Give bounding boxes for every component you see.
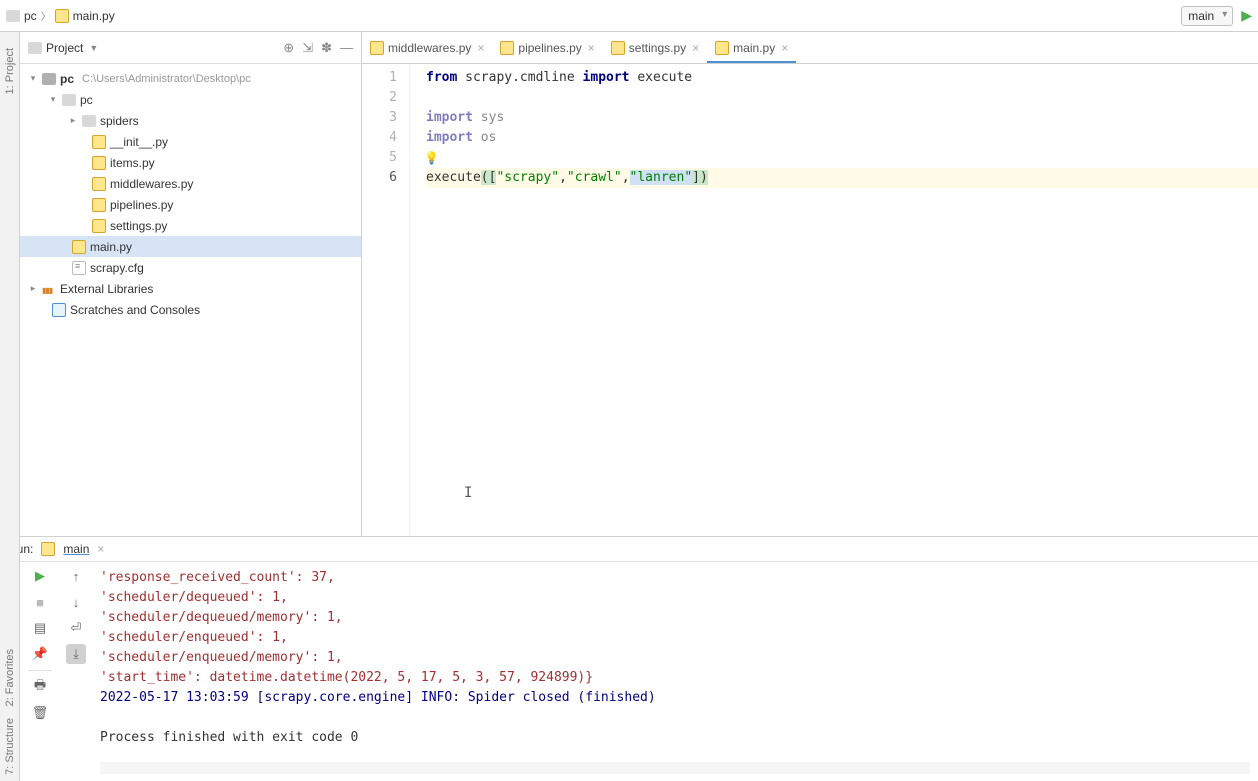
hide-panel-icon[interactable]: — [340, 40, 353, 56]
left-tool-strip: 1: Project [0, 32, 20, 536]
tree-root[interactable]: ▾ pc C:\Users\Administrator\Desktop\pc [20, 68, 361, 89]
python-file-icon [715, 41, 729, 55]
python-file-icon [92, 198, 106, 212]
run-toolbar: ▶ ■ ▤ 📌 🖶 🗑 [20, 562, 60, 781]
pin-icon[interactable]: 📌 [30, 644, 50, 664]
folder-icon [62, 94, 76, 106]
run-button[interactable]: ▶ [1241, 7, 1252, 24]
tree-scratches[interactable]: Scratches and Consoles [20, 299, 361, 320]
python-file-icon [41, 542, 55, 556]
python-file-icon [72, 240, 86, 254]
locate-icon[interactable]: ⊕ [283, 40, 294, 56]
text-cursor-icon: 𝙸 [464, 483, 472, 503]
libraries-icon [42, 282, 56, 296]
close-icon[interactable]: × [97, 542, 104, 556]
editor: middlewares.py × pipelines.py × settings… [362, 32, 1258, 536]
structure-tool-tab[interactable]: 7: Structure [4, 712, 16, 781]
python-file-icon [92, 135, 106, 149]
folder-icon [6, 10, 20, 22]
scroll-to-end-icon[interactable]: ⤓ [66, 644, 86, 664]
editor-tab-pipelines[interactable]: pipelines.py × [492, 35, 602, 63]
tree-file-init[interactable]: __init__.py [20, 131, 361, 152]
settings-gear-icon[interactable]: ✽ [321, 40, 332, 56]
python-file-icon [92, 156, 106, 170]
run-tab-main[interactable]: main [63, 542, 89, 556]
breadcrumb-file[interactable]: main.py [73, 9, 115, 23]
expand-all-icon[interactable]: ⇲ [302, 40, 313, 56]
breadcrumb[interactable]: pc 〉 main.py [6, 8, 115, 23]
horizontal-scrollbar[interactable] [100, 762, 1250, 774]
project-tool-tab[interactable]: 1: Project [4, 40, 16, 102]
editor-body[interactable]: 1 2 3 4 5 6 from scrapy.cmdline import e… [362, 64, 1258, 536]
left-tool-strip-bottom: 7: Structure 2: Favorites [0, 536, 20, 781]
folder-icon [82, 115, 96, 127]
close-icon[interactable]: × [588, 41, 595, 55]
close-icon[interactable]: × [692, 41, 699, 55]
project-view-selector[interactable]: Project ▼ [28, 41, 98, 55]
navigation-bar: pc 〉 main.py main ▶ [0, 0, 1258, 32]
editor-tab-middlewares[interactable]: middlewares.py × [362, 35, 492, 63]
tree-file-pipelines[interactable]: pipelines.py [20, 194, 361, 215]
gutter: 1 2 3 4 5 6 [362, 64, 410, 536]
close-icon[interactable]: × [477, 41, 484, 55]
tree-package[interactable]: ▾ pc [20, 89, 361, 110]
close-icon[interactable]: × [781, 41, 788, 55]
stop-button[interactable]: ■ [30, 592, 50, 612]
project-view-icon [28, 42, 42, 54]
python-file-icon [92, 177, 106, 191]
down-arrow-icon[interactable]: ↓ [66, 592, 86, 612]
tree-file-items[interactable]: items.py [20, 152, 361, 173]
editor-tabs: middlewares.py × pipelines.py × settings… [362, 32, 1258, 64]
up-arrow-icon[interactable]: ↑ [66, 566, 86, 586]
run-tool-window: Run: main × ▶ ■ ▤ 📌 🖶 🗑 ↑ ↓ ⏎ ⤓ [0, 536, 1258, 781]
scratches-icon [52, 303, 66, 317]
run-console-output[interactable]: 'response_received_count': 37, 'schedule… [92, 562, 1258, 781]
chevron-right-icon: 〉 [41, 8, 51, 23]
tree-external-libraries[interactable]: ▸ External Libraries [20, 278, 361, 299]
tree-file-cfg[interactable]: scrapy.cfg [20, 257, 361, 278]
rerun-button[interactable]: ▶ [30, 566, 50, 586]
print-icon[interactable]: 🖶 [30, 677, 50, 697]
code-area[interactable]: from scrapy.cmdline import execute impor… [410, 64, 1258, 536]
tree-file-main[interactable]: main.py [20, 236, 361, 257]
trash-icon[interactable]: 🗑 [30, 703, 50, 723]
chevron-down-icon: ▼ [89, 43, 98, 53]
layout-icon[interactable]: ▤ [30, 618, 50, 638]
tree-folder-spiders[interactable]: ▸ spiders [20, 110, 361, 131]
project-tool-window: Project ▼ ⊕ ⇲ ✽ — ▾ pc C:\Users\Administ… [20, 32, 362, 536]
tree-file-middlewares[interactable]: middlewares.py [20, 173, 361, 194]
python-file-icon [370, 41, 384, 55]
breadcrumb-root[interactable]: pc [24, 9, 37, 23]
run-configuration-selector[interactable]: main [1181, 6, 1233, 26]
run-nav: ↑ ↓ ⏎ ⤓ [60, 562, 92, 781]
tree-file-settings[interactable]: settings.py [20, 215, 361, 236]
config-file-icon [72, 261, 86, 275]
python-file-icon [55, 9, 69, 23]
python-file-icon [500, 41, 514, 55]
python-file-icon [92, 219, 106, 233]
folder-icon [42, 73, 56, 85]
python-file-icon [611, 41, 625, 55]
editor-tab-main[interactable]: main.py × [707, 35, 796, 63]
wrap-icon[interactable]: ⏎ [66, 618, 86, 638]
project-tree[interactable]: ▾ pc C:\Users\Administrator\Desktop\pc ▾… [20, 64, 361, 536]
favorites-tool-tab[interactable]: 2: Favorites [4, 643, 16, 712]
lightbulb-icon[interactable]: 💡 [424, 148, 439, 168]
editor-tab-settings[interactable]: settings.py × [603, 35, 707, 63]
